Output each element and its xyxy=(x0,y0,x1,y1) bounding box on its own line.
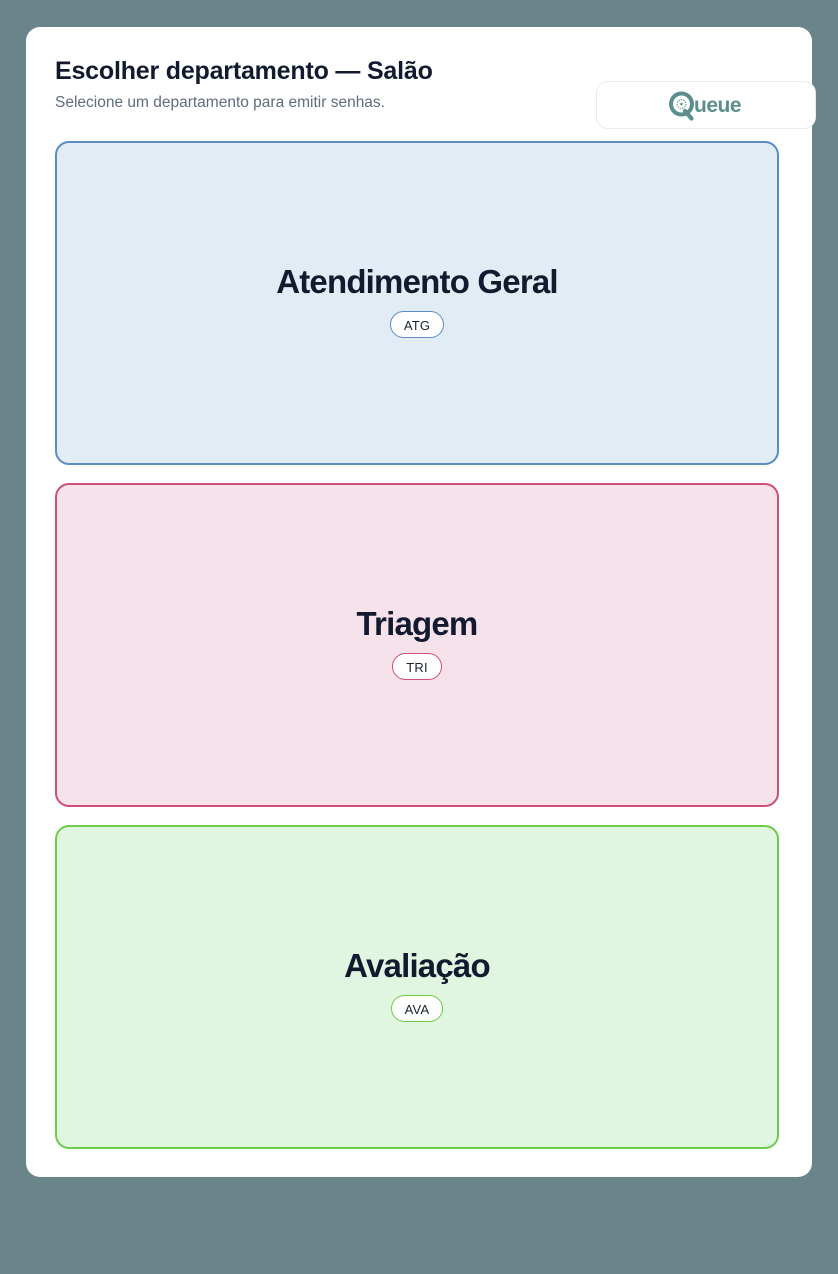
department-code-badge: ATG xyxy=(389,311,445,338)
logo: ueue xyxy=(669,91,742,121)
logo-text: ueue xyxy=(694,94,742,117)
page-title: Escolher departamento — Salão xyxy=(55,57,433,85)
department-name: Avaliação xyxy=(344,947,490,984)
department-code-badge: AVA xyxy=(390,995,444,1022)
logo-box: ueue xyxy=(596,81,816,129)
department-name: Triagem xyxy=(356,605,479,642)
page-subtitle: Selecione um departamento para emitir se… xyxy=(55,94,385,111)
department-code-badge: TRI xyxy=(392,653,442,680)
department-card-avaliacao[interactable]: Avaliação AVA xyxy=(55,825,779,1149)
department-card-triagem[interactable]: Triagem TRI xyxy=(55,483,779,807)
main-card: Escolher departamento — Salão Selecione … xyxy=(26,27,816,1177)
department-name: Atendimento Geral xyxy=(276,263,558,300)
department-card-atendimento-geral[interactable]: Atendimento Geral ATG xyxy=(55,141,779,465)
q-logo-icon xyxy=(669,91,694,121)
header: Escolher departamento — Salão Selecione … xyxy=(55,57,816,129)
